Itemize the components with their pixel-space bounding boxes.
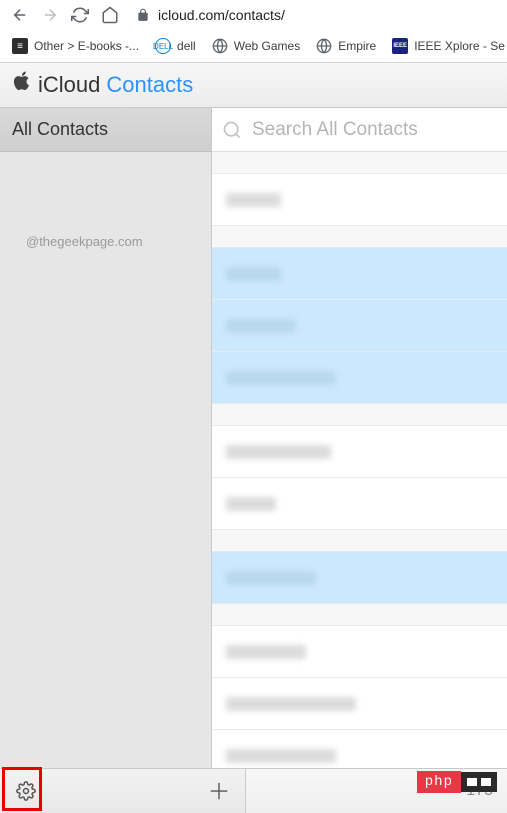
letter-header — [212, 604, 507, 626]
letter-header — [212, 530, 507, 552]
sidebar-label: All Contacts — [12, 119, 108, 140]
bookmark-item[interactable]: ≡ Other > E-books -... — [6, 34, 145, 58]
bookmark-label: Other > E-books -... — [34, 39, 139, 53]
apple-logo-icon[interactable] — [12, 70, 32, 100]
add-contact-button[interactable] — [207, 779, 231, 803]
watermark-text: @thegeekpage.com — [26, 234, 143, 249]
contact-name-redacted — [226, 319, 296, 333]
contact-row[interactable] — [212, 730, 507, 768]
back-button[interactable] — [6, 1, 34, 29]
bookmark-icon: IEEE — [392, 38, 408, 54]
bookmark-label: Empire — [338, 39, 376, 53]
lock-icon — [136, 8, 150, 22]
bookmark-label: dell — [177, 39, 196, 53]
contact-row[interactable] — [212, 248, 507, 300]
bookmark-item[interactable]: DELL dell — [149, 34, 202, 58]
home-icon — [101, 6, 119, 24]
bookmark-label: IEEE Xplore - Se — [414, 39, 505, 53]
letter-header — [212, 226, 507, 248]
sidebar: All Contacts @thegeekpage.com — [0, 108, 212, 768]
content-area: All Contacts @thegeekpage.com — [0, 108, 507, 768]
app-brand[interactable]: iCloud — [38, 72, 100, 98]
contact-name-redacted — [226, 445, 331, 459]
contact-row[interactable] — [212, 678, 507, 730]
php-badge-label: php — [417, 771, 461, 793]
search-icon — [222, 120, 242, 140]
contact-name-redacted — [226, 497, 276, 511]
forward-button[interactable] — [36, 1, 64, 29]
contact-row[interactable] — [212, 552, 507, 604]
arrow-right-icon — [41, 6, 59, 24]
bookmark-icon: DELL — [155, 38, 171, 54]
bookmark-item[interactable]: IEEE IEEE Xplore - Se — [386, 34, 507, 58]
globe-icon — [212, 38, 228, 54]
php-badge-zh — [461, 772, 497, 792]
sidebar-all-contacts[interactable]: All Contacts — [0, 108, 211, 152]
letter-header — [212, 404, 507, 426]
gear-icon — [16, 781, 36, 801]
contact-name-redacted — [226, 645, 306, 659]
settings-button[interactable] — [14, 779, 38, 803]
contact-row[interactable] — [212, 174, 507, 226]
app-section[interactable]: Contacts — [106, 72, 193, 98]
reload-icon — [71, 6, 89, 24]
main-panel — [212, 108, 507, 768]
bookmark-item[interactable]: Empire — [310, 34, 382, 58]
contact-name-redacted — [226, 193, 281, 207]
url-text: icloud.com/contacts/ — [158, 7, 285, 23]
contact-row[interactable] — [212, 626, 507, 678]
reload-button[interactable] — [66, 1, 94, 29]
search-bar — [212, 108, 507, 152]
contact-row[interactable] — [212, 300, 507, 352]
arrow-left-icon — [11, 6, 29, 24]
bookmark-label: Web Games — [234, 39, 300, 53]
home-button[interactable] — [96, 1, 124, 29]
search-input[interactable] — [252, 119, 497, 141]
contact-name-redacted — [226, 571, 316, 585]
bookmark-item[interactable]: Web Games — [206, 34, 306, 58]
contact-name-redacted — [226, 371, 336, 385]
contact-name-redacted — [226, 749, 336, 763]
contact-row[interactable] — [212, 352, 507, 404]
bookmarks-bar: ≡ Other > E-books -... DELL dell Web Gam… — [0, 30, 507, 62]
browser-toolbar: icloud.com/contacts/ — [0, 0, 507, 30]
contact-row[interactable] — [212, 478, 507, 530]
contact-name-redacted — [226, 697, 356, 711]
url-bar[interactable]: icloud.com/contacts/ — [126, 7, 501, 23]
app-header: iCloud Contacts — [0, 62, 507, 108]
letter-header — [212, 152, 507, 174]
bookmark-icon: ≡ — [12, 38, 28, 54]
footer-left — [0, 769, 246, 813]
plus-icon — [208, 780, 230, 802]
contact-name-redacted — [226, 267, 281, 281]
contact-list[interactable] — [212, 152, 507, 768]
contact-row[interactable] — [212, 426, 507, 478]
globe-icon — [316, 38, 332, 54]
php-watermark-badge: php — [417, 771, 497, 793]
